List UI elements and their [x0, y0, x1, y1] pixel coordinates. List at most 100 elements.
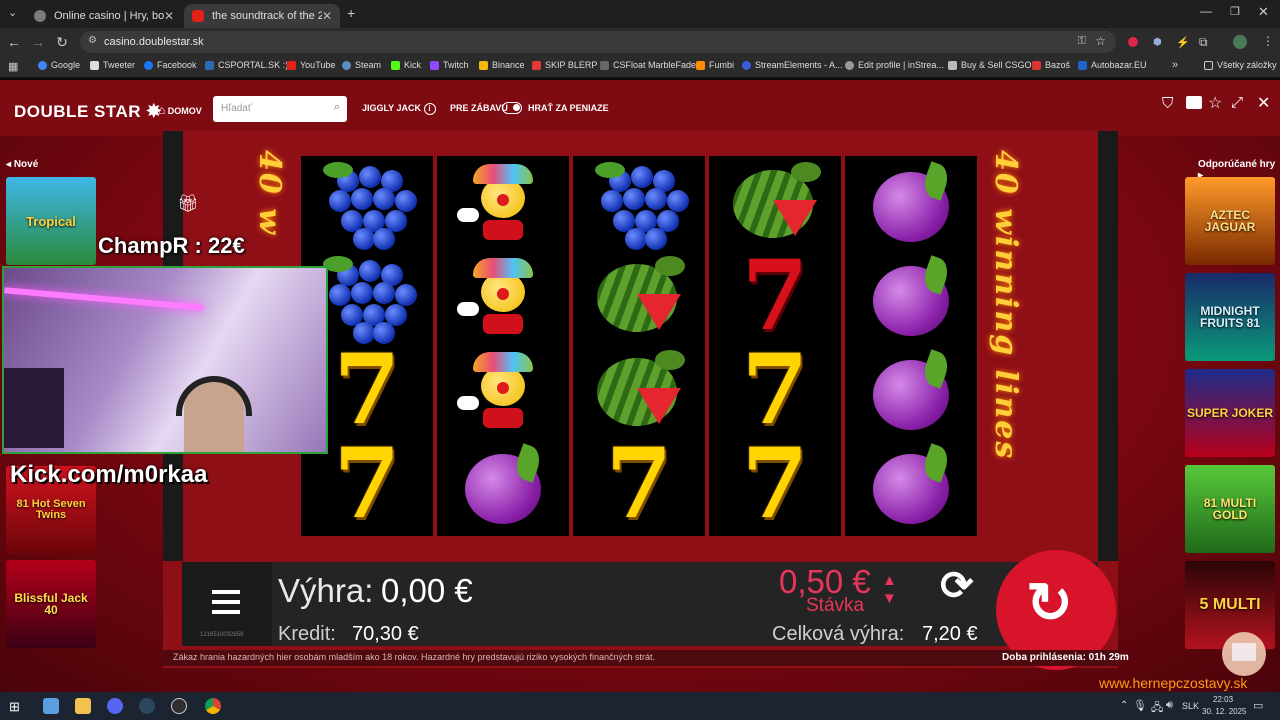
search-icon[interactable]: ⌕ — [334, 101, 340, 114]
language-indicator[interactable]: SLK — [1182, 701, 1199, 711]
bet-increase-icon[interactable]: ▲ — [882, 572, 897, 589]
all-bookmarks-folder[interactable]: Všetky záložky — [1204, 60, 1277, 70]
chrome-icon[interactable] — [205, 698, 221, 714]
winning-lines-label-right: 40 winning lines — [988, 150, 1023, 461]
game-thumb-blissful-jack[interactable]: Blissful Jack 40 — [6, 560, 96, 648]
bookmark-youtube[interactable]: YouTube — [287, 60, 335, 70]
windows-start-icon[interactable]: ⊞ — [9, 699, 20, 715]
tab-youtube[interactable]: the soundtrack of the 2000s (ar ✕ — [184, 4, 340, 28]
info-icon[interactable]: i — [423, 103, 436, 115]
play-mode-toggle[interactable] — [502, 102, 522, 114]
bet-decrease-icon[interactable]: ▼ — [882, 590, 897, 607]
bookmark-csfloat[interactable]: CSFloat MarbleFade — [600, 60, 696, 70]
play-fun-label[interactable]: PRE ZÁBAVU — [450, 103, 508, 113]
bookmark-twitch[interactable]: Twitch — [430, 60, 469, 70]
clock-time[interactable]: 22:03 — [1213, 695, 1233, 704]
url-text: casino.doublestar.sk — [104, 36, 204, 48]
slot-symbol-seven: 7 — [333, 427, 401, 540]
slot-symbol-clown — [453, 348, 553, 432]
tab-casino[interactable]: Online casino | Hry, bonusy a fr ✕ — [26, 4, 182, 28]
bookmark-autobazar[interactable]: Autobazar.EU — [1078, 60, 1147, 70]
home-icon: ⌂ — [158, 103, 166, 117]
steam-icon[interactable] — [139, 698, 155, 714]
profile-avatar[interactable] — [1233, 35, 1247, 49]
discord-icon[interactable] — [107, 698, 123, 714]
obs-icon[interactable] — [171, 698, 187, 714]
bookmark-csportal[interactable]: CSPORTAL.SK :) — [205, 60, 288, 70]
chat-widget-button[interactable] — [1222, 632, 1266, 676]
restore-icon[interactable]: ❐ — [1230, 5, 1240, 18]
more-bookmarks-icon[interactable]: » — [1172, 59, 1178, 71]
game-title: JIGGLY JACK i — [362, 103, 436, 115]
bookmark-steam[interactable]: Steam — [342, 60, 381, 70]
extension-icon[interactable] — [1128, 37, 1138, 47]
new-games-header[interactable]: ◂ Nové — [6, 159, 38, 170]
bookmark-fumbi[interactable]: Fumbi — [696, 60, 734, 70]
address-bar[interactable]: ⚙ casino.doublestar.sk ⚿ ☆ — [80, 31, 1116, 53]
game-thumb-super-joker[interactable]: SUPER JOKER — [1185, 369, 1275, 457]
gift-icon[interactable]: 🎁︎ — [177, 194, 199, 214]
game-thumb-midnight-fruits[interactable]: MIDNIGHT FRUITS 81 — [1185, 273, 1275, 361]
file-explorer-icon[interactable] — [43, 698, 59, 714]
new-tab-icon[interactable]: + — [347, 5, 355, 21]
headphones-icon — [176, 376, 252, 416]
tab-title: the soundtrack of the 2000s (ar — [212, 10, 322, 22]
bookmark-google[interactable]: Google — [38, 60, 80, 70]
bookmark-star-icon[interactable]: ☆ — [1095, 34, 1106, 48]
autoplay-icon[interactable]: ⟳ — [940, 563, 974, 609]
site-info-icon[interactable]: ⚙ — [88, 35, 97, 46]
game-thumb-aztec-jaguar[interactable]: AZTEC JAGUAR — [1185, 177, 1275, 265]
clock-date[interactable]: 30. 12. 2025 — [1202, 707, 1246, 716]
game-menu-button[interactable]: 1216510032859 — [182, 562, 272, 646]
bookmark-facebook[interactable]: Facebook — [144, 60, 197, 70]
bookmark-instreamly[interactable]: Edit profile | inStrea... — [845, 60, 944, 70]
password-key-icon[interactable]: ⚿ — [1078, 35, 1086, 48]
globe-icon — [34, 10, 46, 22]
browser-tabstrip: ⌄ Online casino | Hry, bonusy a fr ✕ the… — [0, 0, 1280, 28]
bookmark-kick[interactable]: Kick — [391, 60, 421, 70]
microphone-icon[interactable]: 🎙︎ — [1133, 699, 1147, 712]
shield-icon[interactable]: ⛉ — [1162, 95, 1173, 112]
back-icon[interactable]: ← — [2, 34, 26, 50]
total-win-label: Celková výhra: — [772, 623, 905, 645]
apps-grid-icon[interactable]: ▦ — [8, 60, 18, 73]
nav-home[interactable]: ⌂ DOMOV — [158, 103, 202, 117]
close-tab-icon[interactable]: ✕ — [164, 9, 174, 23]
bookmark-buy-sell-csgo[interactable]: Buy & Sell CSGO — [948, 60, 1032, 70]
close-tab-icon[interactable]: ✕ — [322, 9, 332, 23]
game-thumb-tropical[interactable]: Tropical — [6, 177, 96, 265]
close-window-icon[interactable]: ✕ — [1258, 4, 1269, 20]
forward-icon[interactable]: → — [26, 34, 50, 50]
reload-icon[interactable]: ↻ — [50, 34, 74, 51]
extension-icon[interactable]: ⬢ — [1153, 37, 1162, 48]
extensions-puzzle-icon[interactable]: ⧉ — [1199, 35, 1208, 50]
notifications-icon[interactable]: ▭ — [1253, 699, 1263, 712]
bookmark-streamelements[interactable]: StreamElements - A... — [742, 60, 843, 70]
browser-menu-icon[interactable]: ⋮ — [1262, 34, 1274, 48]
folder-icon[interactable] — [75, 698, 91, 714]
tray-chevron-icon[interactable]: ⌃ — [1120, 700, 1128, 711]
bookmark-binance[interactable]: Binance — [479, 60, 525, 70]
bookmark-tweeter[interactable]: Tweeter — [90, 60, 135, 70]
credit-label: Kredit: — [278, 623, 336, 645]
game-thumb-multi-gold[interactable]: 81 MULTI GOLD — [1185, 465, 1275, 553]
slot-symbol-grapes — [317, 160, 417, 250]
tab-list-chevron-icon[interactable]: ⌄ — [8, 6, 17, 19]
network-icon[interactable]: 🖧 — [1151, 699, 1163, 718]
site-search-input[interactable]: Hľadať ⌕ — [213, 96, 347, 122]
extension-icon[interactable]: ⚡ — [1176, 36, 1190, 49]
site-logo[interactable]: DOUBLE STAR ✸ — [14, 101, 162, 122]
close-game-icon[interactable]: ✕ — [1257, 93, 1270, 113]
bookmark-bazos[interactable]: Bazoš — [1032, 60, 1070, 70]
volume-icon[interactable]: 🔊︎ — [1166, 699, 1173, 712]
wallet-icon[interactable] — [1186, 96, 1202, 109]
fullscreen-icon[interactable]: ⤢ — [1231, 94, 1243, 111]
play-money-label[interactable]: HRAŤ ZA PENIAZE — [528, 103, 609, 113]
chevron-left-icon: ◂ — [6, 159, 12, 170]
minimize-icon[interactable]: — — [1200, 4, 1212, 18]
bookmark-skip-blerp[interactable]: SKIP BLERP — [532, 60, 597, 70]
slot-symbol-plum — [861, 442, 961, 526]
hamburger-icon — [212, 590, 240, 614]
slot-symbol-seven: 7 — [605, 427, 673, 540]
favorite-star-icon[interactable]: ☆ — [1208, 93, 1222, 113]
